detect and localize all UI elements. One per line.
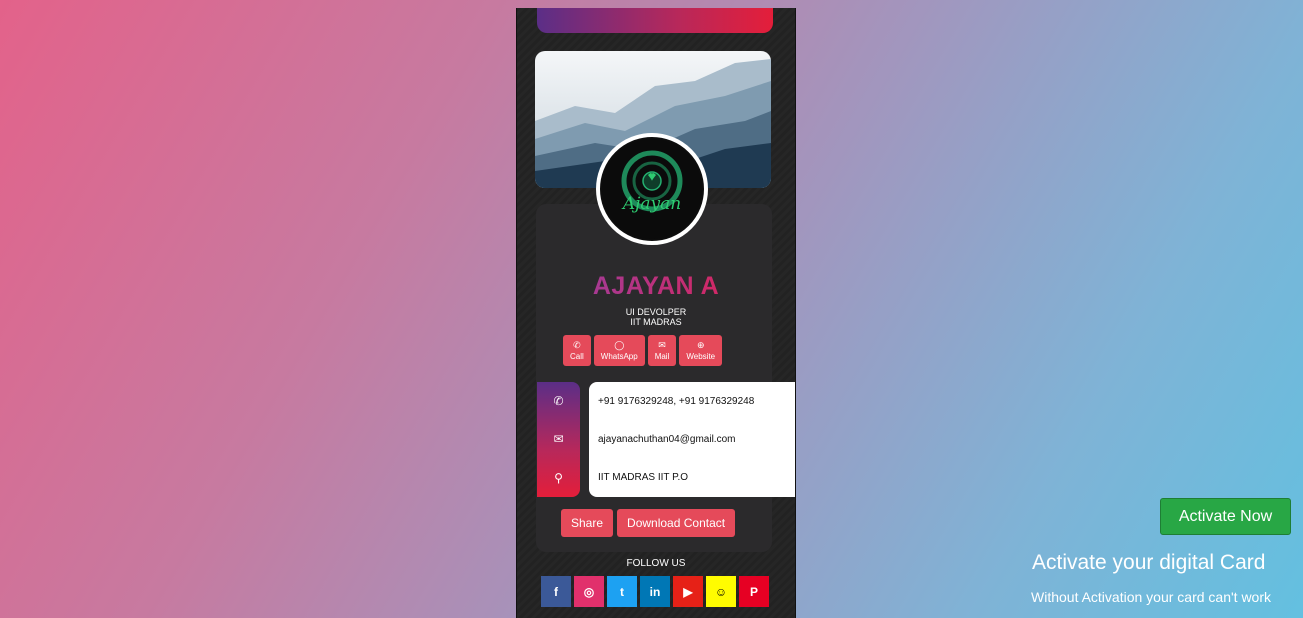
logo-signature: Ajayan bbox=[621, 194, 681, 214]
profile-organization: IIT MADRAS bbox=[630, 317, 682, 327]
phone-icon: ✆ bbox=[573, 340, 581, 350]
activate-now-button[interactable]: Activate Now bbox=[1160, 498, 1291, 535]
facebook-icon[interactable]: f bbox=[541, 576, 571, 607]
profile-role: UI DEVOLPER bbox=[625, 307, 687, 317]
social-links: f ◎ t in ▶ ☺ P bbox=[541, 576, 769, 607]
activate-title: Activate your digital Card bbox=[1032, 551, 1266, 574]
quick-actions: ✆ Call ◯ WhatsApp ✉ Mail ⊕ Website bbox=[563, 335, 723, 366]
pinterest-icon[interactable]: P bbox=[739, 576, 769, 607]
website-button[interactable]: ⊕ Website bbox=[679, 335, 723, 366]
postal-address[interactable]: IIT MADRAS IIT P.O bbox=[598, 472, 795, 483]
share-button[interactable]: Share bbox=[561, 509, 614, 537]
follow-us-heading: FOLLOW US bbox=[626, 558, 686, 569]
globe-icon: ⊕ bbox=[696, 340, 705, 350]
call-button[interactable]: ✆ Call bbox=[563, 335, 591, 366]
location-pin-icon: ⚲ bbox=[554, 470, 563, 485]
mail-icon: ✉ bbox=[658, 340, 666, 350]
avatar: Ajayan bbox=[596, 133, 708, 245]
profile-panel bbox=[536, 204, 772, 552]
mail-button[interactable]: ✉ Mail bbox=[647, 335, 677, 366]
profile-name: AJAYAN A bbox=[517, 272, 795, 301]
whatsapp-button[interactable]: ◯ WhatsApp bbox=[593, 335, 645, 366]
email-address[interactable]: ajayanachuthan04@gmail.com bbox=[598, 434, 795, 445]
twitter-icon[interactable]: t bbox=[607, 576, 637, 607]
whatsapp-icon: ◯ bbox=[614, 340, 625, 350]
snapchat-icon[interactable]: ☺ bbox=[706, 576, 736, 607]
linkedin-icon[interactable]: in bbox=[640, 576, 670, 607]
card-button-row: Share Download Contact bbox=[561, 509, 736, 537]
instagram-icon[interactable]: ◎ bbox=[574, 576, 604, 607]
activate-subtitle: Without Activation your card can't work bbox=[1031, 589, 1271, 605]
digital-card: Ajayan AJAYAN A UI DEVOLPER IIT MADRAS ✆… bbox=[516, 8, 796, 618]
phone-numbers[interactable]: +91 9176329248, +91 9176329248 bbox=[598, 396, 795, 407]
mail-icon: ✉ bbox=[553, 432, 564, 447]
contact-details: +91 9176329248, +91 9176329248 ajayanach… bbox=[589, 382, 795, 497]
top-gradient-strip bbox=[537, 8, 773, 33]
download-contact-button[interactable]: Download Contact bbox=[617, 509, 736, 537]
youtube-icon[interactable]: ▶ bbox=[673, 576, 703, 607]
phone-icon: ✆ bbox=[553, 394, 564, 409]
contact-icons-strip: ✆ ✉ ⚲ bbox=[537, 382, 580, 497]
